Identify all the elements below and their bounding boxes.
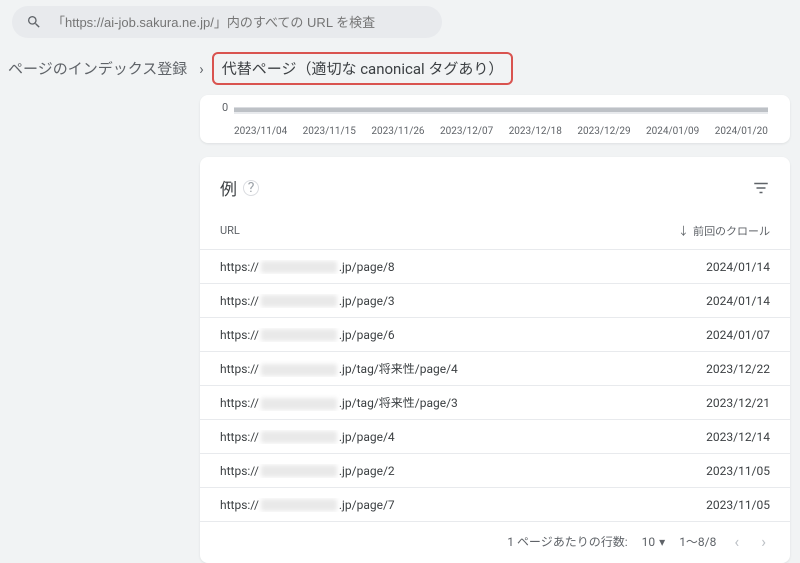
cell-date: 2023/12/14 xyxy=(660,430,770,444)
breadcrumb-current: 代替ページ（適切な canonical タグあり） xyxy=(212,52,514,85)
help-icon[interactable]: ? xyxy=(243,180,259,196)
cell-date: 2024/01/07 xyxy=(660,328,770,342)
cell-url: https://.jp/page/6 xyxy=(220,328,660,342)
rows-value: 10 xyxy=(642,535,656,549)
cell-date: 2024/01/14 xyxy=(660,294,770,308)
breadcrumb: ページのインデックス登録 › 代替ページ（適切な canonical タグあり） xyxy=(4,52,800,85)
cell-date: 2023/11/05 xyxy=(660,464,770,478)
trend-chart: 0 2023/11/04 2023/11/15 2023/11/26 2023/… xyxy=(200,95,790,143)
cell-url: https://.jp/tag/将来性/page/4 xyxy=(220,360,660,377)
cell-date: 2023/11/05 xyxy=(660,498,770,512)
search-input[interactable] xyxy=(52,15,428,30)
cell-url: https://.jp/page/7 xyxy=(220,498,660,512)
table-row[interactable]: https://.jp/page/32024/01/14 xyxy=(200,284,790,318)
cell-url: https://.jp/page/2 xyxy=(220,464,660,478)
table-row[interactable]: https://.jp/page/72023/11/05 xyxy=(200,488,790,522)
x-tick: 2023/11/04 xyxy=(234,126,287,137)
rows-per-page-label: 1 ページあたりの行数: xyxy=(507,533,627,550)
x-tick: 2023/11/15 xyxy=(303,126,356,137)
cell-url: https://.jp/page/3 xyxy=(220,294,660,308)
x-tick: 2024/01/20 xyxy=(715,126,768,137)
prev-page-button[interactable]: ‹ xyxy=(730,532,743,551)
col-lastcrawl-header[interactable]: ↓ 前回のクロール xyxy=(660,223,770,239)
table-row[interactable]: https://.jp/page/22023/11/05 xyxy=(200,454,790,488)
x-tick: 2024/01/09 xyxy=(646,126,699,137)
cell-date: 2023/12/22 xyxy=(660,362,770,376)
y-axis-zero: 0 xyxy=(222,101,228,114)
x-tick: 2023/12/07 xyxy=(440,126,493,137)
page-range: 1～8/8 xyxy=(679,533,716,550)
col-url-header[interactable]: URL xyxy=(220,224,660,237)
cell-url: https://.jp/tag/将来性/page/3 xyxy=(220,394,660,411)
table-header: URL ↓ 前回のクロール xyxy=(200,212,790,250)
table-row[interactable]: https://.jp/tag/将来性/page/42023/12/22 xyxy=(200,352,790,386)
x-tick: 2023/11/26 xyxy=(371,126,424,137)
examples-card: 例 ? URL ↓ 前回のクロール https://.jp/page/82024… xyxy=(200,157,790,563)
table-row[interactable]: https://.jp/page/42023/12/14 xyxy=(200,420,790,454)
col-lastcrawl-label: 前回のクロール xyxy=(693,223,770,239)
table-row[interactable]: https://.jp/page/62024/01/07 xyxy=(200,318,790,352)
chevron-right-icon: › xyxy=(199,60,204,78)
cell-date: 2024/01/14 xyxy=(660,260,770,274)
x-tick: 2023/12/18 xyxy=(509,126,562,137)
rows-per-page-select[interactable]: 10 ▾ xyxy=(642,535,666,549)
cell-date: 2023/12/21 xyxy=(660,396,770,410)
next-page-button[interactable]: › xyxy=(757,532,770,551)
chart-series xyxy=(234,107,768,114)
card-title-text: 例 xyxy=(220,175,237,200)
url-inspect-search[interactable] xyxy=(12,6,442,38)
search-icon xyxy=(26,14,42,30)
chevron-down-icon: ▾ xyxy=(659,535,665,549)
table-row[interactable]: https://.jp/page/82024/01/14 xyxy=(200,250,790,284)
card-title: 例 ? xyxy=(220,175,259,200)
x-axis: 2023/11/04 2023/11/15 2023/11/26 2023/12… xyxy=(234,126,768,137)
x-tick: 2023/12/29 xyxy=(577,126,630,137)
pagination: 1 ページあたりの行数: 10 ▾ 1～8/8 ‹ › xyxy=(200,522,790,559)
breadcrumb-parent[interactable]: ページのインデックス登録 xyxy=(4,56,191,81)
cell-url: https://.jp/page/4 xyxy=(220,430,660,444)
cell-url: https://.jp/page/8 xyxy=(220,260,660,274)
table-row[interactable]: https://.jp/tag/将来性/page/32023/12/21 xyxy=(200,386,790,420)
filter-icon[interactable] xyxy=(752,179,770,197)
sort-down-icon: ↓ xyxy=(678,223,689,239)
